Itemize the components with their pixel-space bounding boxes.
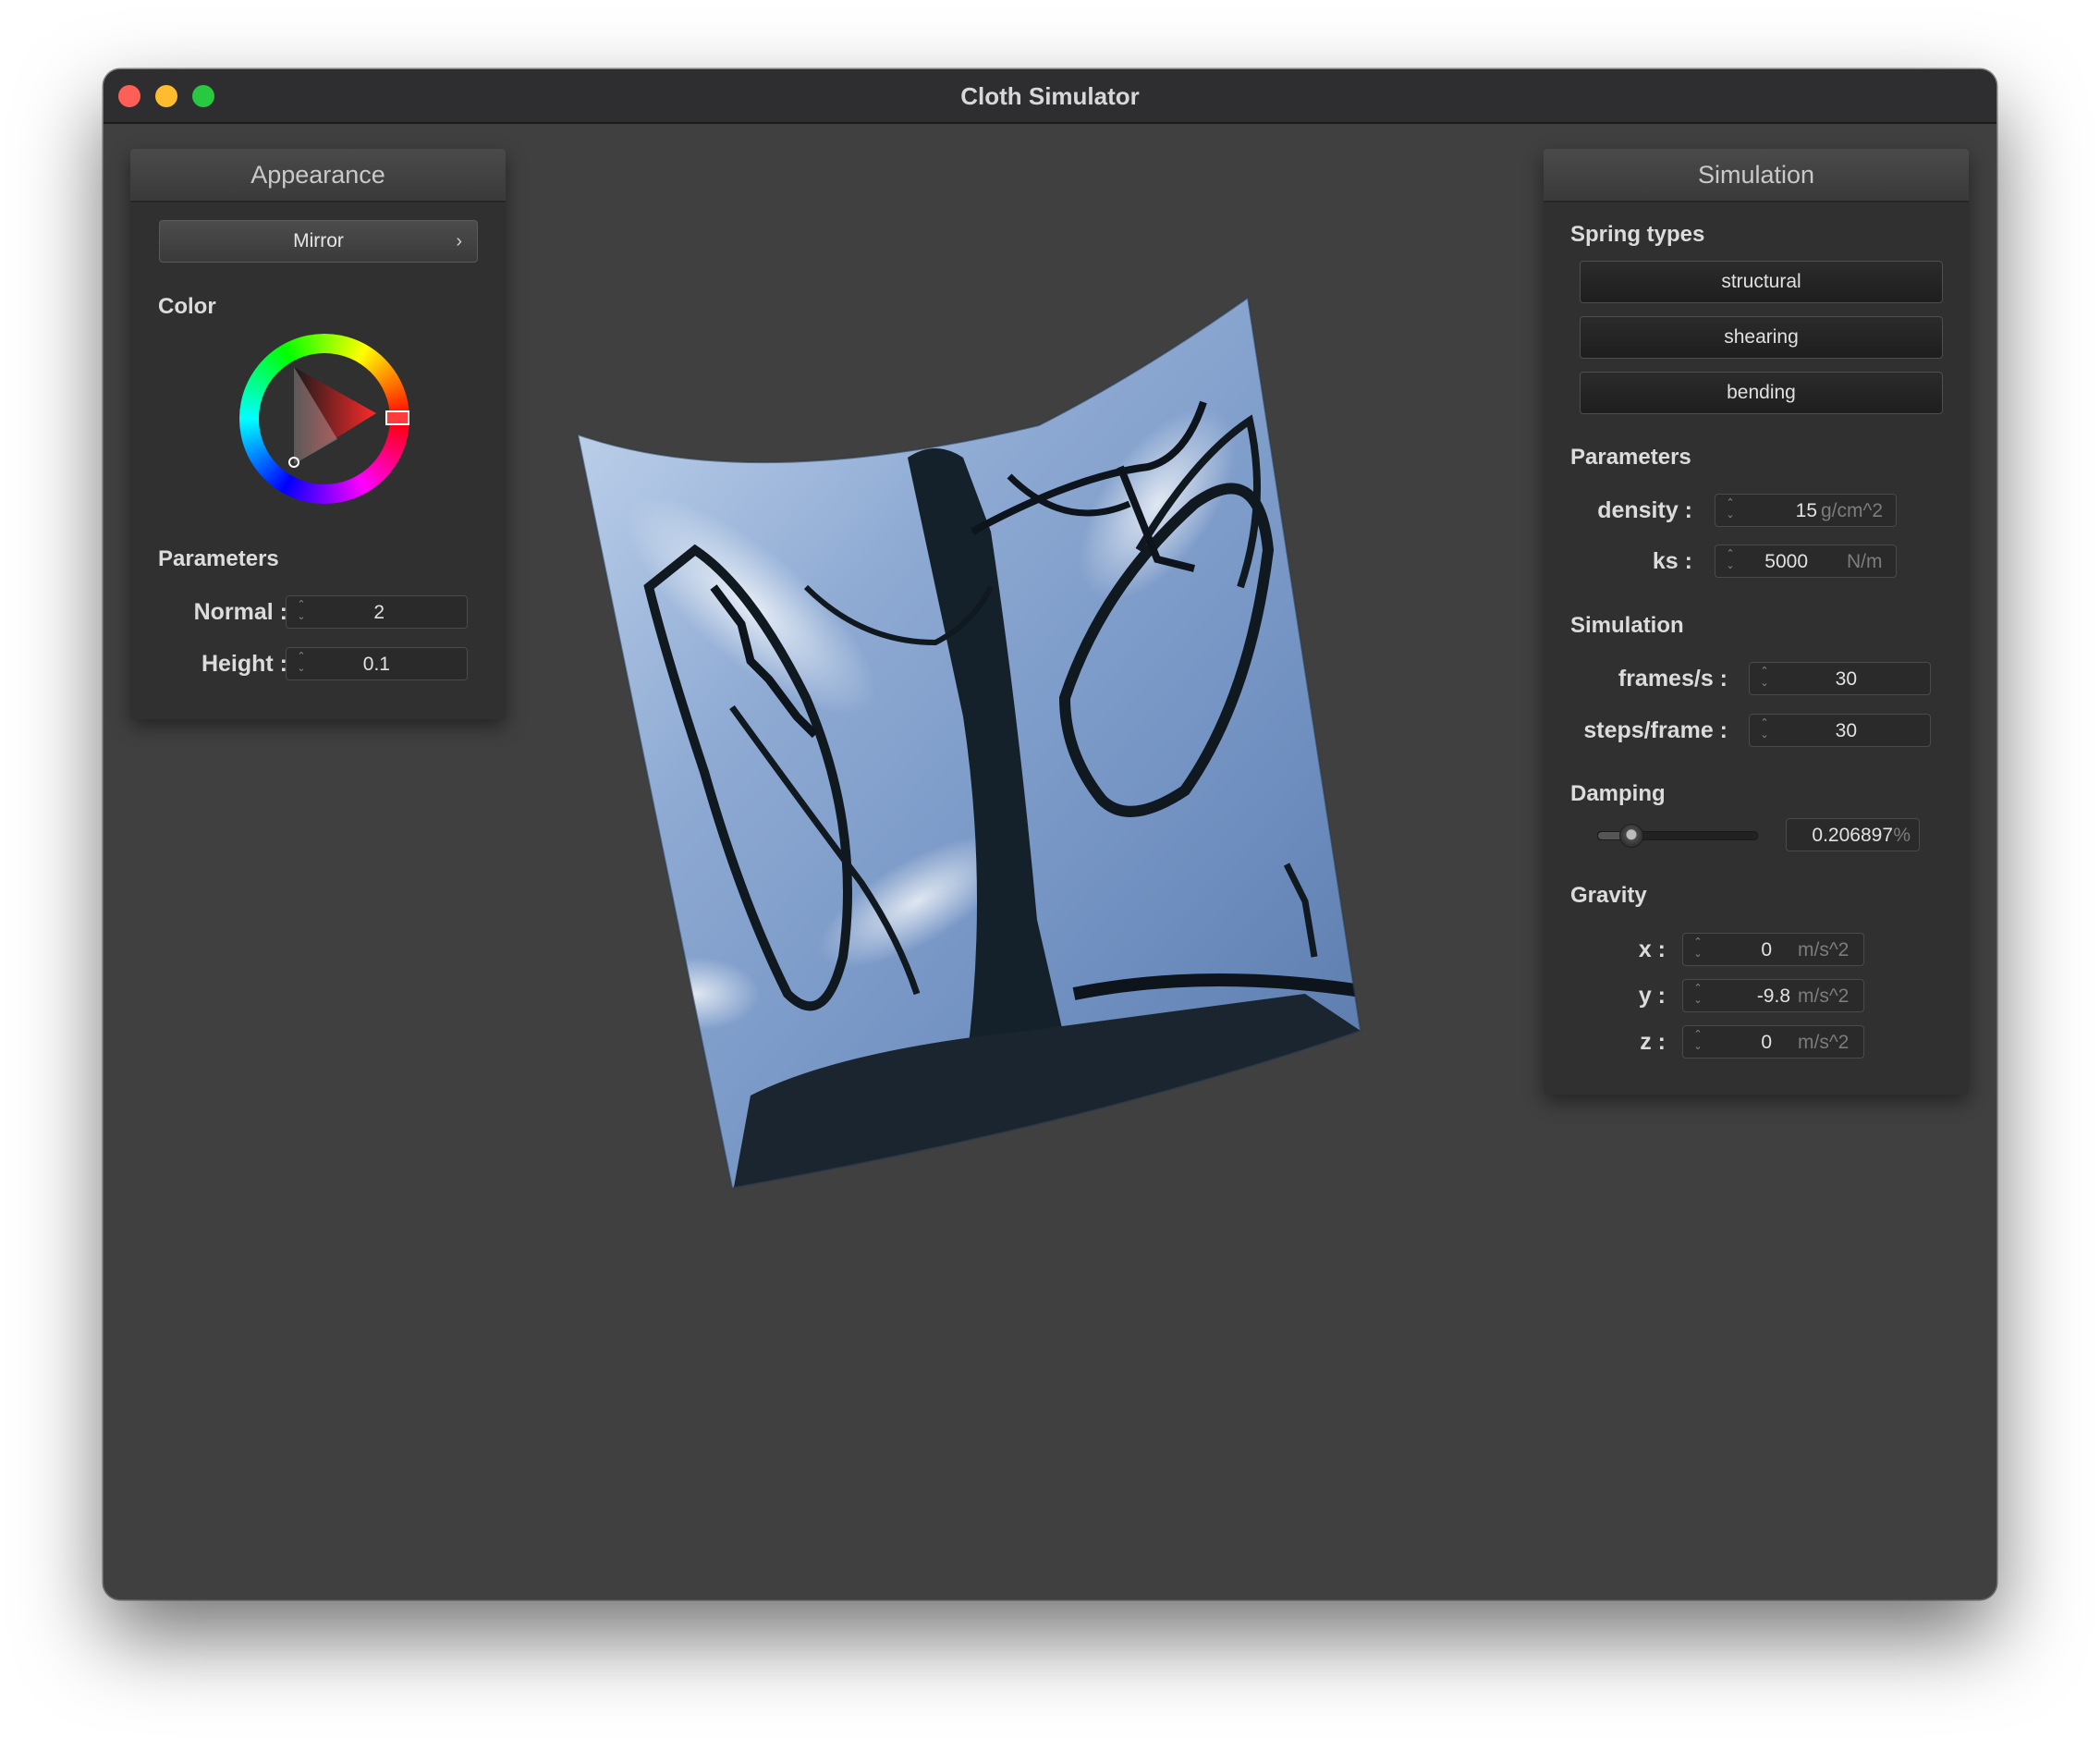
chevron-right-icon: › [456, 231, 462, 251]
damping-input[interactable]: 0.206897 % [1786, 818, 1920, 851]
damping-label: Damping [1570, 781, 1666, 806]
density-input[interactable]: ⌃ ⌄ 15 g/cm^2 [1715, 494, 1897, 527]
shearing-toggle[interactable]: shearing [1580, 316, 1943, 359]
simulation-header[interactable]: Simulation [1544, 149, 1969, 202]
gravity-z-input[interactable]: ⌃ ⌄ 0 m/s^2 [1682, 1025, 1864, 1059]
height-input[interactable]: ⌃ ⌄ 0.1 [286, 647, 468, 680]
color-label: Color [158, 294, 216, 319]
gravity-x-unit: m/s^2 [1798, 939, 1850, 961]
gravity-y-input[interactable]: ⌃ ⌄ -9.8 m/s^2 [1682, 979, 1864, 1012]
damping-slider-knob[interactable] [1618, 824, 1643, 848]
normal-input[interactable]: ⌃ ⌄ 2 [286, 595, 468, 629]
ks-input[interactable]: ⌃ ⌄ 5000 N/m [1715, 545, 1897, 578]
title-bar[interactable]: Cloth Simulator [104, 69, 1996, 124]
window-title: Cloth Simulator [960, 82, 1140, 110]
simulation-section-label: Simulation [1570, 613, 1684, 638]
normal-label: Normal : [193, 599, 287, 625]
density-value: 15 [1795, 500, 1817, 521]
appearance-parameters-label: Parameters [158, 546, 279, 571]
density-label: density : [1597, 497, 1692, 523]
gravity-z-unit: m/s^2 [1798, 1032, 1850, 1053]
damping-value: 0.206897 [1812, 825, 1893, 846]
app-window: Cloth Simulator Appearance Mirror › Colo… [104, 69, 1996, 1599]
fps-label: frames/s : [1618, 666, 1728, 692]
appearance-header[interactable]: Appearance [130, 149, 506, 202]
fps-value: 30 [1835, 668, 1857, 690]
gravity-y-label: y : [1638, 983, 1666, 1009]
simulation-panel: Simulation Spring types structural shear… [1544, 149, 1969, 1095]
gravity-y-value: -9.8 [1756, 985, 1790, 1007]
normal-value: 2 [373, 602, 385, 623]
gravity-x-input[interactable]: ⌃ ⌄ 0 m/s^2 [1682, 933, 1864, 966]
steps-label: steps/frame : [1583, 717, 1728, 743]
height-value: 0.1 [362, 654, 390, 675]
gravity-x-value: 0 [1761, 939, 1772, 961]
sim-parameters-label: Parameters [1570, 445, 1691, 470]
density-unit: g/cm^2 [1821, 500, 1884, 521]
gravity-z-value: 0 [1761, 1032, 1772, 1053]
gravity-x-label: x : [1638, 936, 1666, 962]
gravity-z-label: z : [1640, 1029, 1666, 1055]
hue-marker[interactable] [385, 410, 409, 425]
ks-value: 5000 [1764, 551, 1808, 572]
damping-unit: % [1893, 825, 1911, 846]
height-label: Height : [201, 651, 287, 677]
color-wheel[interactable] [236, 330, 413, 508]
shader-dropdown-label: Mirror [293, 230, 344, 251]
gravity-y-unit: m/s^2 [1798, 985, 1850, 1007]
cloth-mesh[interactable] [566, 291, 1379, 1197]
fps-input[interactable]: ⌃ ⌄ 30 [1749, 662, 1931, 695]
steps-input[interactable]: ⌃ ⌄ 30 [1749, 714, 1931, 747]
bending-toggle[interactable]: bending [1580, 372, 1943, 414]
structural-toggle[interactable]: structural [1580, 261, 1943, 303]
appearance-panel: Appearance Mirror › Color Parameters Nor… [130, 149, 506, 719]
shader-dropdown[interactable]: Mirror › [159, 220, 478, 263]
spring-types-label: Spring types [1570, 222, 1705, 247]
ks-unit: N/m [1847, 551, 1883, 572]
ks-label: ks : [1652, 548, 1692, 574]
gravity-label: Gravity [1570, 883, 1647, 908]
steps-value: 30 [1835, 720, 1857, 741]
